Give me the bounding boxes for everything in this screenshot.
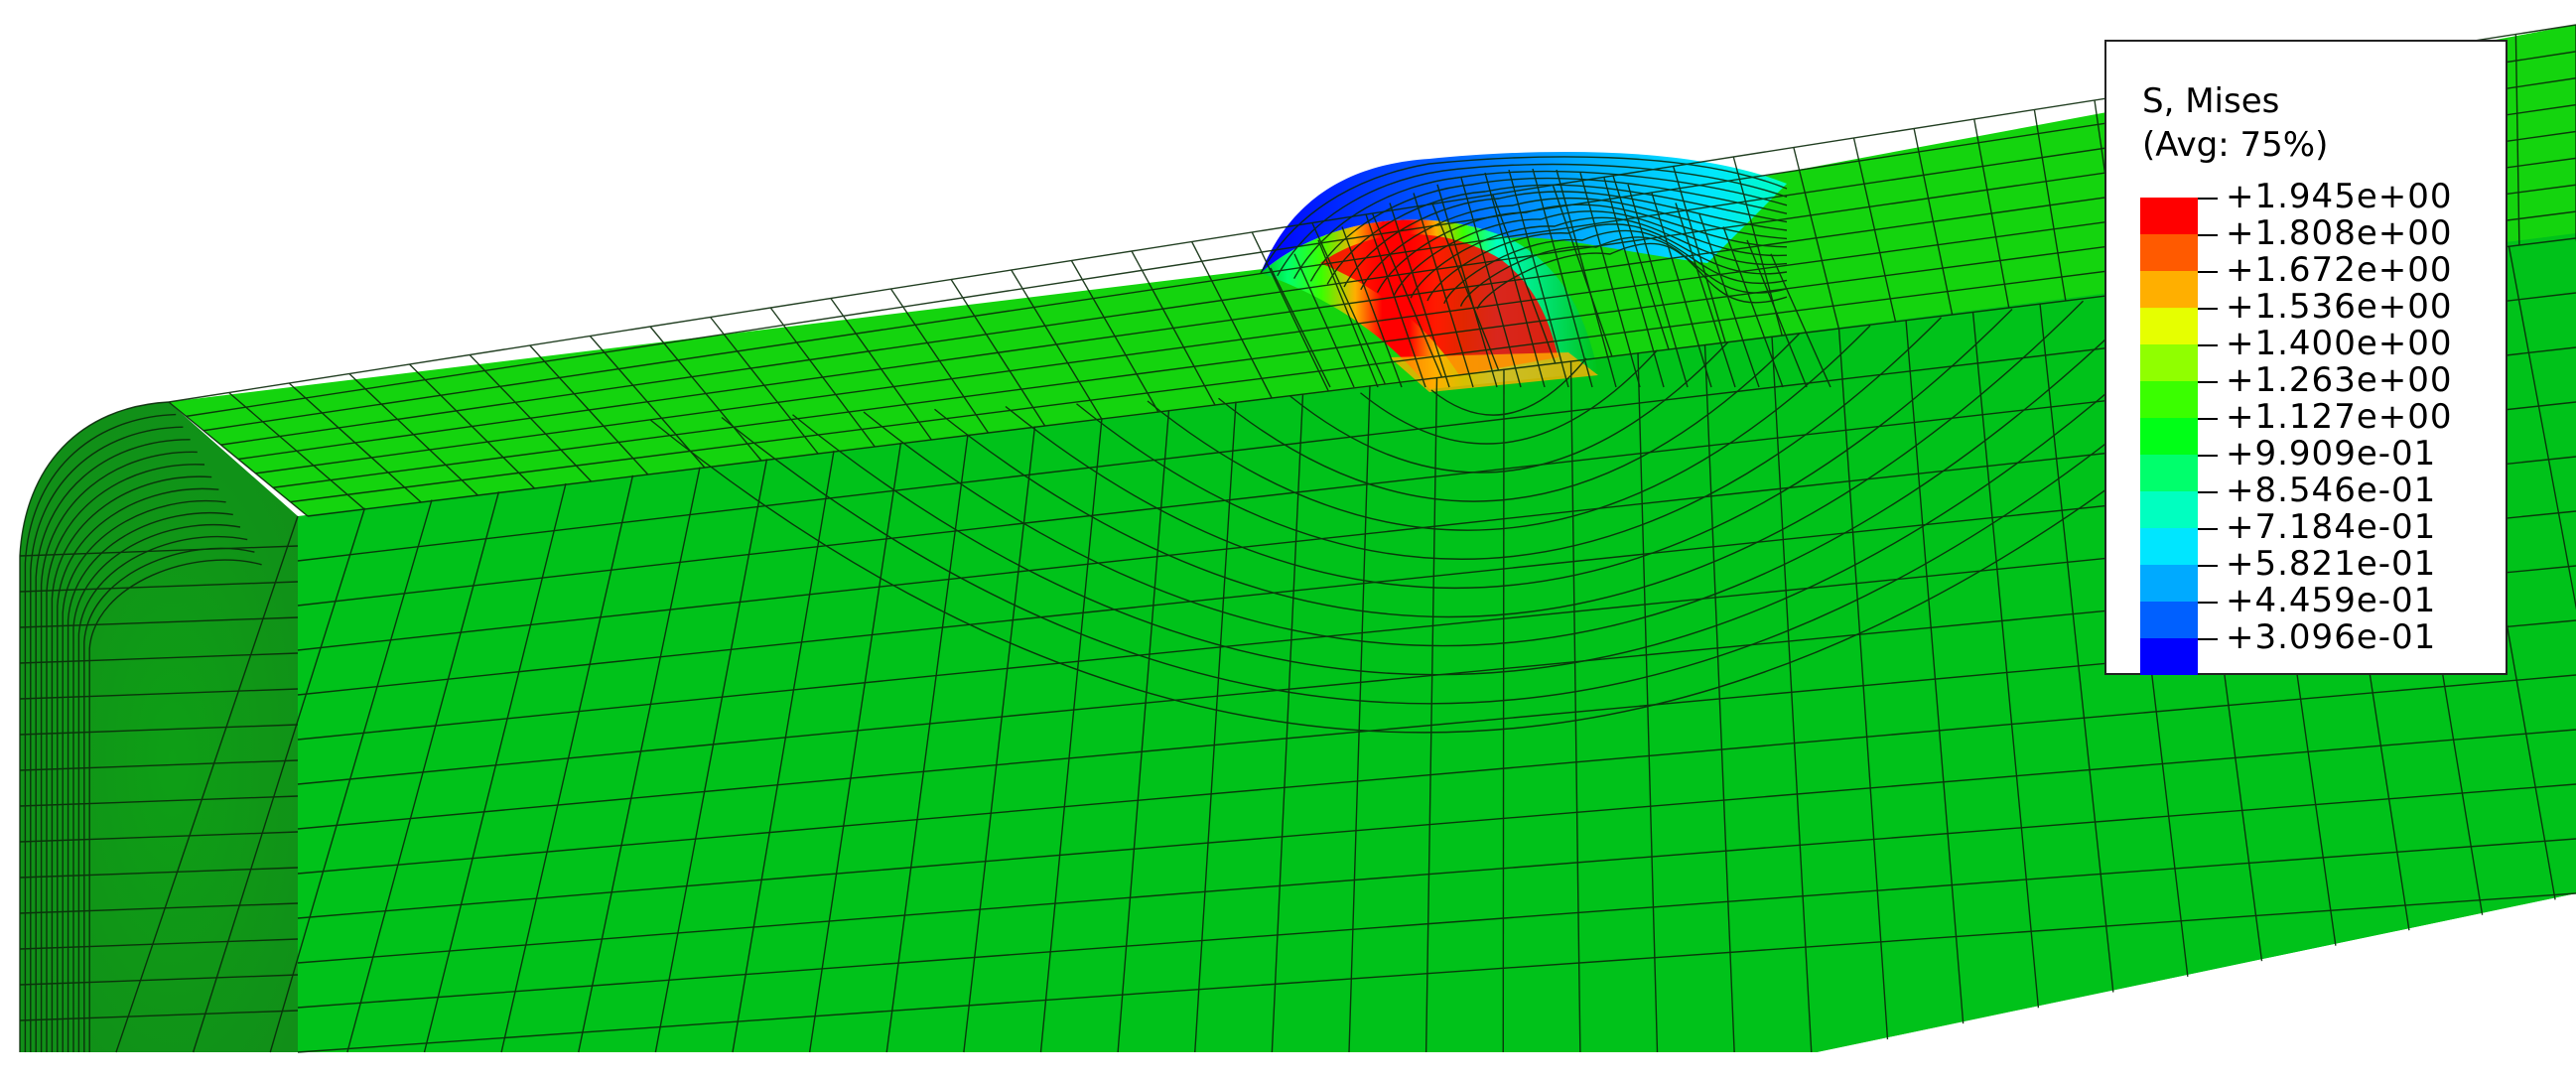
legend-swatch <box>2140 234 2198 271</box>
legend-tick-mark <box>2198 198 2218 200</box>
legend-tick-label: +9.909e-01 <box>2226 434 2437 474</box>
legend-swatch <box>2140 271 2198 308</box>
legend-color-bar <box>2140 198 2198 675</box>
legend-tick-mark <box>2198 455 2218 457</box>
legend-swatch <box>2140 528 2198 565</box>
legend-tick-label: +7.184e-01 <box>2226 507 2437 547</box>
legend-tick-label: +1.127e+00 <box>2226 397 2453 437</box>
legend-tick-mark <box>2198 418 2218 420</box>
legend-tick-mark <box>2198 271 2218 273</box>
legend-swatch <box>2140 638 2198 675</box>
legend-subtitle: (Avg: 75%) <box>2142 125 2329 165</box>
legend-tick-mark <box>2198 234 2218 236</box>
legend-tick-label: +3.096e-01 <box>2226 617 2437 657</box>
beam-end-face <box>20 402 298 1052</box>
legend-tick-mark <box>2198 528 2218 530</box>
legend-tick-mark <box>2198 381 2218 383</box>
legend-swatch <box>2140 308 2198 344</box>
legend-tick-label: +5.821e-01 <box>2226 544 2437 584</box>
legend-tick-mark <box>2198 602 2218 604</box>
legend-swatch <box>2140 455 2198 491</box>
legend-tick-label: +1.536e+00 <box>2226 287 2453 327</box>
legend-title: S, Mises <box>2142 81 2280 121</box>
legend-tick-mark <box>2198 638 2218 640</box>
legend-tick-label: +1.400e+00 <box>2226 324 2453 363</box>
legend-tick-label: +4.459e-01 <box>2226 581 2437 620</box>
legend-tick-mark <box>2198 491 2218 493</box>
legend-tick-label: +8.546e-01 <box>2226 471 2437 510</box>
legend-swatch <box>2140 565 2198 602</box>
legend-tick-mark <box>2198 344 2218 346</box>
legend-tick-label: +1.672e+00 <box>2226 250 2453 290</box>
legend-swatch <box>2140 418 2198 455</box>
legend-tick-mark <box>2198 565 2218 567</box>
legend-tick-label: +1.945e+00 <box>2226 177 2453 216</box>
contour-legend: S, Mises (Avg: 75%) +1.945e+00 +1.808e+00… <box>2104 40 2508 675</box>
legend-swatch <box>2140 602 2198 638</box>
legend-tick-mark <box>2198 308 2218 310</box>
legend-swatch <box>2140 381 2198 418</box>
legend-swatch <box>2140 198 2198 234</box>
legend-swatch <box>2140 491 2198 528</box>
legend-tick-label: +1.808e+00 <box>2226 213 2453 253</box>
legend-tick-label: +1.263e+00 <box>2226 360 2453 400</box>
legend-swatch <box>2140 344 2198 381</box>
